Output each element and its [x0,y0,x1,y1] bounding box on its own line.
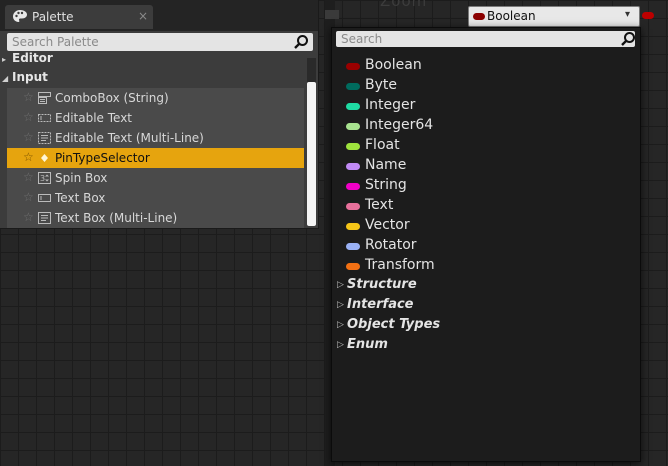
spin-box-icon: 3 [38,172,51,184]
type-group-label: Interface [347,297,414,312]
category-editor[interactable]: ▸ Editor [2,51,53,65]
combobox-icon [38,92,51,104]
text-box-icon [38,194,51,202]
type-item-label: Name [365,157,407,173]
string-pin-icon [346,183,360,190]
type-item-label: Transform [365,257,435,273]
palette-search-input[interactable]: Search Palette [7,33,313,51]
float-pin-icon [346,143,360,150]
palette-search-placeholder: Search Palette [12,35,99,49]
close-icon[interactable]: × [138,9,148,23]
palette-item-text-box[interactable]: ☆ Text Box [7,188,304,208]
type-item-label: Text [365,197,394,213]
palette-item-editable-text-multiline[interactable]: ☆ Editable Text (Multi-Line) [7,128,304,148]
palette-item-text-box-multiline[interactable]: ☆ Text Box (Multi-Line) [7,208,304,228]
type-search-placeholder: Search [341,32,383,46]
type-item-label: Vector [365,217,410,233]
integer-pin-icon [346,103,360,110]
search-icon [621,32,635,46]
pin-type-selector-icon [41,154,48,162]
container-type-pin-icon[interactable] [642,12,654,19]
boolean-pin-icon [346,63,360,70]
expand-arrow-icon: ▷ [337,300,344,310]
chevron-down-icon: ▾ [625,9,631,20]
favorite-star-icon[interactable]: ☆ [23,190,34,204]
expand-arrow-icon: ▷ [337,280,344,290]
graph-tiny-button [325,10,339,19]
type-item-label: Rotator [365,237,417,253]
type-group-label: Object Types [347,317,441,332]
palette-tab[interactable]: Palette × [5,5,153,29]
category-editor-label: Editor [12,51,53,65]
expand-arrow-icon: ▸ [2,55,7,64]
integer64-pin-icon [346,123,360,130]
svg-text:3: 3 [40,174,45,183]
zoom-label: Zoom [380,0,428,10]
palette-panel: Palette × Search Palette ▸ Editor ◢ Input … [0,0,319,229]
palette-item-label: Editable Text [55,111,133,125]
byte-pin-icon [346,83,360,90]
collapse-arrow-icon: ◢ [2,74,9,83]
palette-item-label: Spin Box [55,171,108,185]
favorite-star-icon[interactable]: ☆ [23,210,34,224]
type-item-label: Integer64 [365,117,434,133]
category-input-label: Input [12,70,48,84]
favorite-star-icon[interactable]: ☆ [23,150,34,164]
type-item-label: Boolean [365,57,422,73]
type-item-label: Float [365,137,400,153]
type-item-label: Integer [365,97,416,113]
expand-arrow-icon: ▷ [337,320,344,330]
type-group-label: Structure [347,277,417,292]
palette-item-combobox-string[interactable]: ☆ ComboBox (String) [7,88,304,108]
palette-item-label: Text Box (Multi-Line) [55,211,178,225]
palette-item-label: PinTypeSelector [55,151,150,165]
type-item-label: String [365,177,407,193]
palette-item-label: ComboBox (String) [55,91,169,105]
palette-tab-title: Palette [32,10,74,24]
favorite-star-icon[interactable]: ☆ [23,110,34,124]
type-group-label: Enum [347,337,388,352]
type-item-label: Byte [365,77,397,93]
favorite-star-icon[interactable]: ☆ [23,130,34,144]
palette-item-label: Editable Text (Multi-Line) [55,131,204,145]
text-pin-icon [346,203,360,210]
name-pin-icon [346,163,360,170]
search-icon [294,35,308,49]
favorite-star-icon[interactable]: ☆ [23,90,34,104]
pin-type-dropdown: Search Boolean Byte Integer Integer64 Fl… [331,27,641,462]
pin-type-combo-value: Boolean [487,9,536,23]
vector-pin-icon [346,223,360,230]
palette-item-label: Text Box [55,191,106,205]
expand-arrow-icon: ▷ [337,340,344,350]
boolean-pin-icon [473,13,485,20]
editable-text-icon [38,114,51,122]
palette-item-pintypeselector[interactable]: ☆ PinTypeSelector [7,148,304,168]
favorite-star-icon[interactable]: ☆ [23,170,34,184]
rotator-pin-icon [346,243,360,250]
palette-icon [13,10,27,22]
palette-item-spin-box[interactable]: ☆ 3 Spin Box [7,168,304,188]
editable-text-multiline-icon [38,132,51,144]
palette-item-editable-text[interactable]: ☆ Editable Text [7,108,304,128]
palette-tab-bar: Palette × [0,0,318,31]
palette-scrollbar-thumb[interactable] [307,82,316,226]
type-search-input[interactable]: Search [336,31,635,47]
transform-pin-icon [346,263,360,270]
category-input[interactable]: ◢ Input [2,70,48,84]
pin-type-combo[interactable]: Boolean ▾ [468,6,640,27]
text-box-multiline-icon [38,212,51,224]
